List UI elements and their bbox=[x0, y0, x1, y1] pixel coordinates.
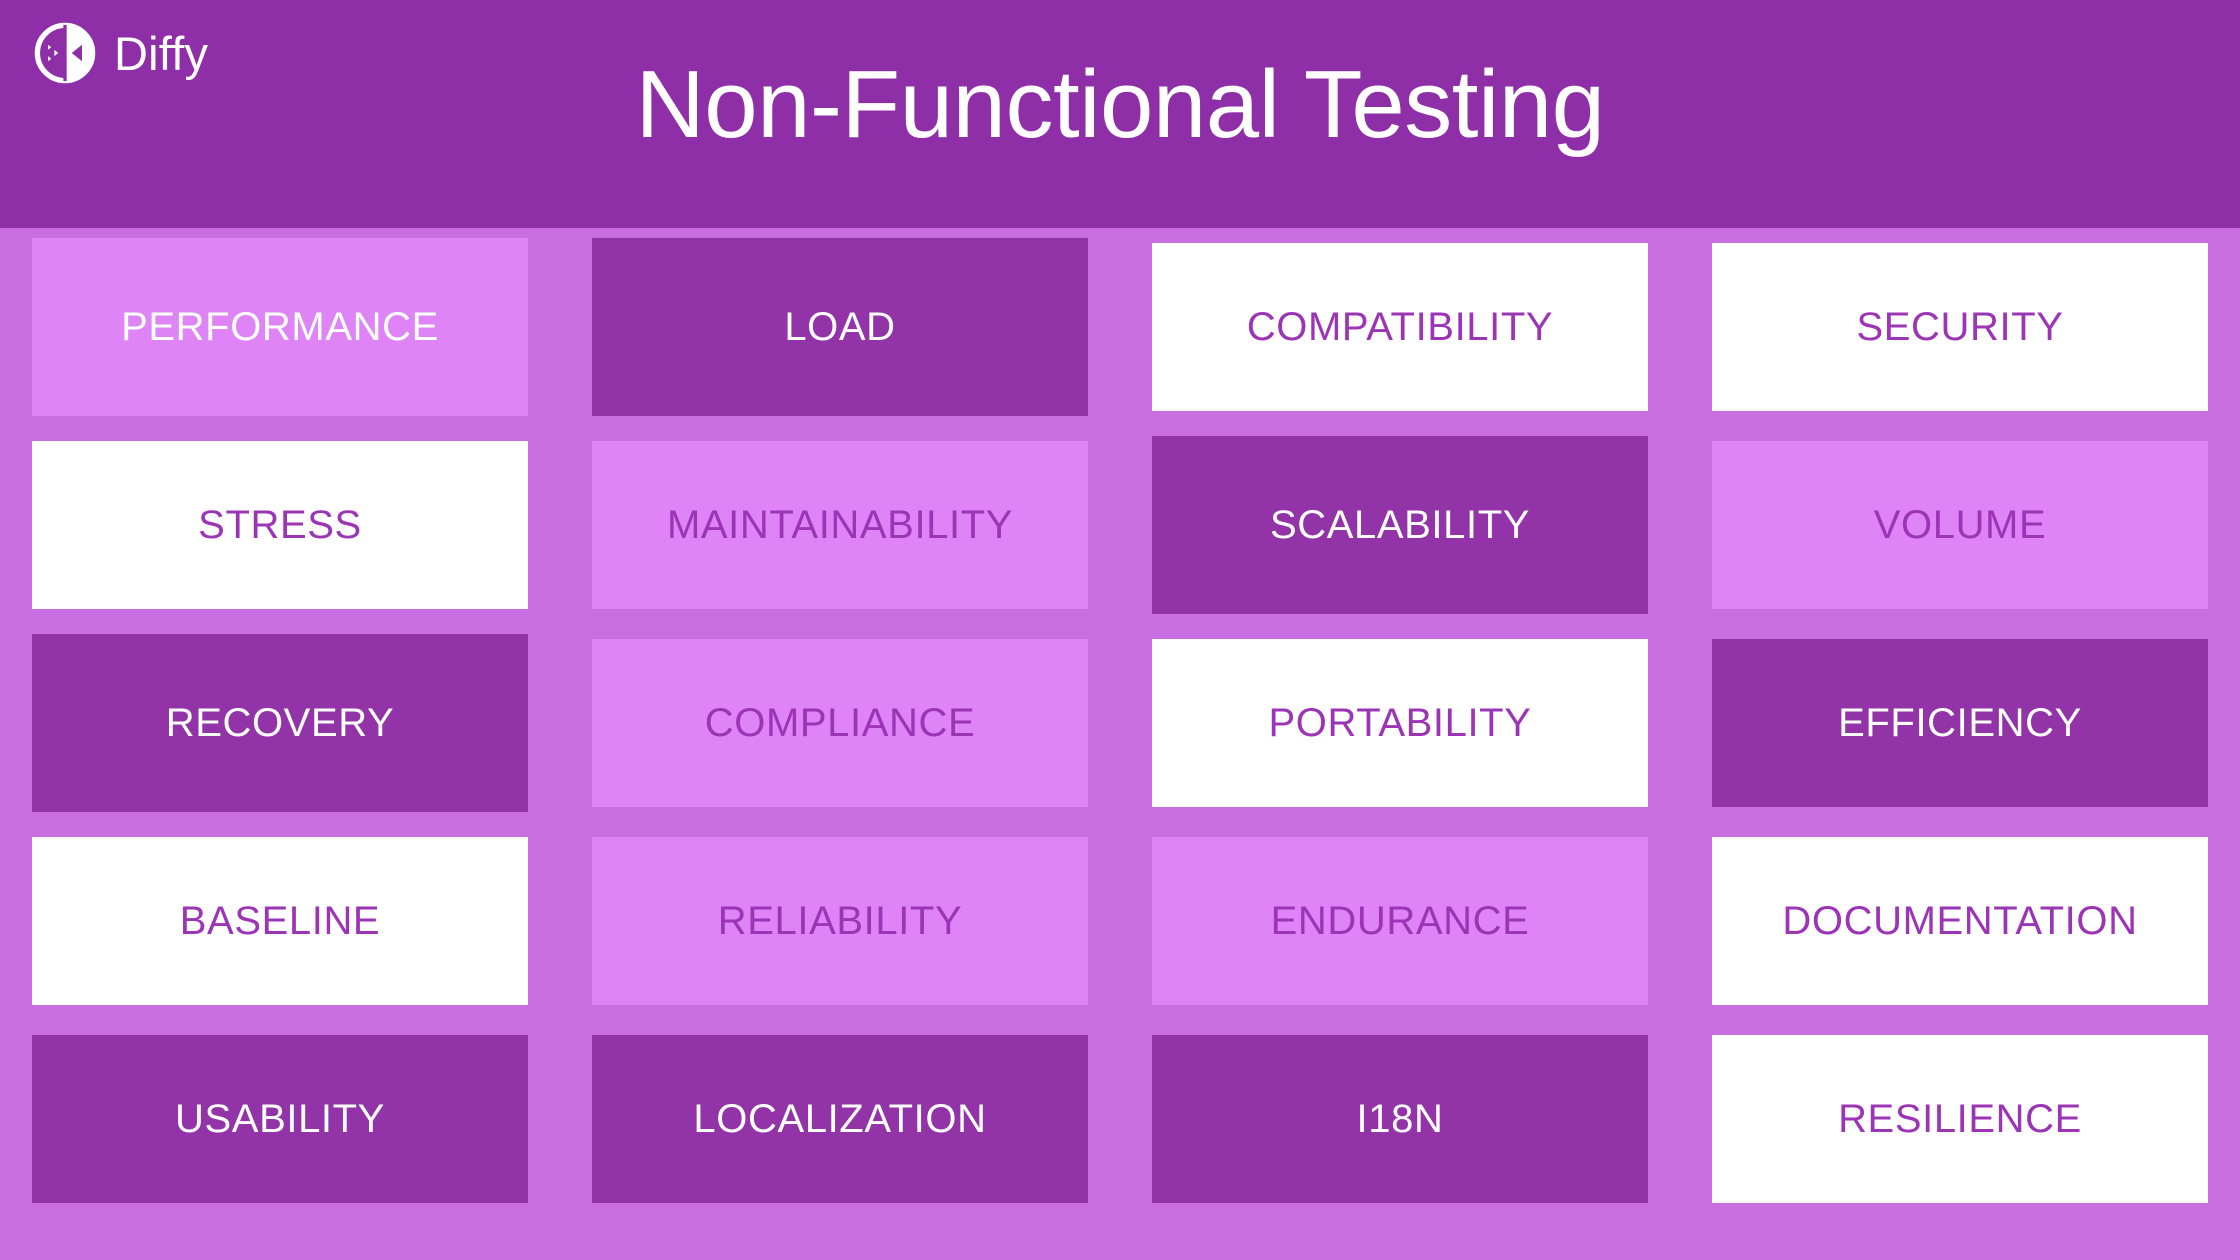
grid-cell-slot: VOLUME bbox=[1680, 426, 2240, 624]
grid-cell-slot: EFFICIENCY bbox=[1680, 624, 2240, 822]
grid-row: USABILITY LOCALIZATION I18N RESILIENCE bbox=[0, 1020, 2240, 1218]
grid-cell-i18n[interactable]: I18N bbox=[1152, 1035, 1648, 1203]
grid-cell-slot: BASELINE bbox=[0, 822, 560, 1020]
grid-cell-maintainability[interactable]: MAINTAINABILITY bbox=[592, 441, 1088, 609]
grid-cell-slot: RESILIENCE bbox=[1680, 1020, 2240, 1218]
grid-cell-slot: PERFORMANCE bbox=[0, 228, 560, 426]
grid-row: STRESS MAINTAINABILITY SCALABILITY VOLUM… bbox=[0, 426, 2240, 624]
grid-cell-reliability[interactable]: RELIABILITY bbox=[592, 837, 1088, 1005]
grid-cell-slot: ENDURANCE bbox=[1120, 822, 1680, 1020]
page-header: Diffy Non-Functional Testing bbox=[0, 0, 2240, 228]
grid-cell-usability[interactable]: USABILITY bbox=[32, 1035, 528, 1203]
grid-cell-slot: DOCUMENTATION bbox=[1680, 822, 2240, 1020]
grid-cell-compliance[interactable]: COMPLIANCE bbox=[592, 639, 1088, 807]
diff-compare-circle-icon bbox=[34, 22, 96, 84]
grid-cell-slot: COMPLIANCE bbox=[560, 624, 1120, 822]
grid-cell-security[interactable]: SECURITY bbox=[1712, 243, 2208, 411]
grid-cell-compatibility[interactable]: COMPATIBILITY bbox=[1152, 243, 1648, 411]
grid-cell-resilience[interactable]: RESILIENCE bbox=[1712, 1035, 2208, 1203]
grid-cell-scalability[interactable]: SCALABILITY bbox=[1152, 436, 1648, 614]
page-title: Non-Functional Testing bbox=[635, 51, 1605, 158]
grid-row: RECOVERY COMPLIANCE PORTABILITY EFFICIEN… bbox=[0, 624, 2240, 822]
grid-cell-slot: SCALABILITY bbox=[1120, 426, 1680, 624]
grid-cell-load[interactable]: LOAD bbox=[592, 238, 1088, 416]
grid-cell-slot: RELIABILITY bbox=[560, 822, 1120, 1020]
grid-cell-slot: LOAD bbox=[560, 228, 1120, 426]
grid-row: BASELINE RELIABILITY ENDURANCE DOCUMENTA… bbox=[0, 822, 2240, 1020]
grid-cell-localization[interactable]: LOCALIZATION bbox=[592, 1035, 1088, 1203]
grid-cell-portability[interactable]: PORTABILITY bbox=[1152, 639, 1648, 807]
brand[interactable]: Diffy bbox=[34, 22, 208, 84]
grid-cell-slot: RECOVERY bbox=[0, 624, 560, 822]
grid-cell-volume[interactable]: VOLUME bbox=[1712, 441, 2208, 609]
grid-cell-recovery[interactable]: RECOVERY bbox=[32, 634, 528, 812]
grid-cell-slot: I18N bbox=[1120, 1020, 1680, 1218]
brand-name: Diffy bbox=[114, 26, 209, 80]
grid-cell-slot: PORTABILITY bbox=[1120, 624, 1680, 822]
grid-cell-slot: USABILITY bbox=[0, 1020, 560, 1218]
grid-row: PERFORMANCE LOAD COMPATIBILITY SECURITY bbox=[0, 228, 2240, 426]
grid-cell-performance[interactable]: PERFORMANCE bbox=[32, 238, 528, 416]
grid-cell-stress[interactable]: STRESS bbox=[32, 441, 528, 609]
grid-cell-slot: COMPATIBILITY bbox=[1120, 228, 1680, 426]
testing-types-grid: PERFORMANCE LOAD COMPATIBILITY SECURITY … bbox=[0, 228, 2240, 1260]
grid-cell-slot: STRESS bbox=[0, 426, 560, 624]
grid-cell-documentation[interactable]: DOCUMENTATION bbox=[1712, 837, 2208, 1005]
grid-cell-baseline[interactable]: BASELINE bbox=[32, 837, 528, 1005]
grid-cell-slot: SECURITY bbox=[1680, 228, 2240, 426]
grid-cell-endurance[interactable]: ENDURANCE bbox=[1152, 837, 1648, 1005]
grid-cell-efficiency[interactable]: EFFICIENCY bbox=[1712, 639, 2208, 807]
grid-cell-slot: MAINTAINABILITY bbox=[560, 426, 1120, 624]
grid-cell-slot: LOCALIZATION bbox=[560, 1020, 1120, 1218]
